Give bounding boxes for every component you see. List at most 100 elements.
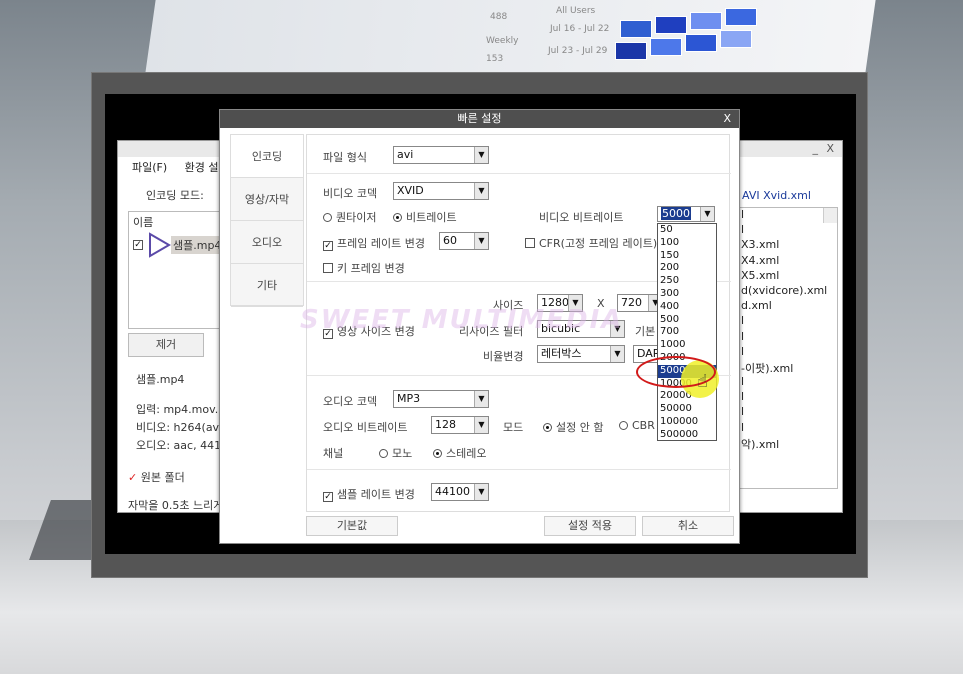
info-video: 비디오: h264(avc1 [136,421,233,434]
watermark: SWEET MULTIMEDIA [300,305,624,335]
tab-encoding[interactable]: 인코딩 [231,135,303,178]
audio-codec-select[interactable]: MP3 ▼ [393,390,489,408]
bitrate-option[interactable]: 100 [658,237,716,250]
stereo-radio[interactable]: 스테레오 [433,445,486,461]
audio-bitrate-label: 오디오 비트레이트 [323,421,408,434]
bitrate-option[interactable]: 700 [658,326,716,339]
keep-folder-option[interactable]: ✓ 원본 폴더 [128,469,185,485]
mono-radio[interactable]: 모노 [379,445,412,461]
profile-item[interactable]: l [739,223,837,238]
bg-number: 153 [486,54,504,64]
bitrate-dropdown-list[interactable]: 50 100 150 200 250 300 400 500 700 1000 … [657,223,717,441]
video-codec-value: XVID [397,184,424,197]
base-label: 기본 [635,325,656,338]
quantizer-label: 퀀타이저 [336,211,377,224]
info-title: 샘플.mp4 [136,373,185,386]
audio-bitrate-select[interactable]: 128 ▼ [431,416,489,434]
profile-item[interactable]: l [739,375,837,390]
bg-chart-text: Jul 16 - Jul 22 [550,24,610,34]
info-audio: 오디오: aac, 4410 [136,439,229,452]
info-input: 입력: mp4.mov.3g [136,403,233,416]
video-codec-select[interactable]: XVID ▼ [393,182,489,200]
chevron-down-icon: ▼ [474,147,488,163]
radio-icon [619,421,628,430]
keyframe-change-label: 키 프레임 변경 [337,262,405,275]
mode-none-radio[interactable]: 설정 안 함 [543,419,603,435]
keyframe-change-checkbox[interactable]: 키 프레임 변경 [323,260,405,276]
quantizer-radio[interactable]: 퀀타이저 [323,209,376,225]
cbr-radio[interactable]: CBR [619,419,655,432]
tab-etc[interactable]: 기타 [231,264,303,307]
tab-video-subtitle[interactable]: 영상/자막 [231,178,303,221]
bitrate-option[interactable]: 150 [658,250,716,263]
menu-file[interactable]: 파일(F) [132,161,167,174]
profile-item[interactable]: l [739,345,837,360]
bg-heatmap-cell [690,12,722,30]
chevron-down-icon: ▼ [474,484,488,500]
ratio-select[interactable]: 레터박스 ▼ [537,345,625,363]
bitrate-option[interactable]: 1000 [658,339,716,352]
file-list[interactable]: 이름 ✓ 샘플.mp4 [128,211,228,329]
chevron-down-icon: ▼ [474,391,488,407]
bg-heatmap-cell [685,34,717,52]
bitrate-option[interactable]: 250 [658,275,716,288]
apply-button[interactable]: 설정 적용 [544,516,636,536]
profile-item[interactable]: 악).xml [739,436,837,451]
mode-none-label: 설정 안 함 [556,421,604,434]
bitrate-option[interactable]: 200 [658,262,716,275]
tab-audio[interactable]: 오디오 [231,221,303,264]
framerate-change-checkbox[interactable]: ✓ 프레임 레이트 변경 [323,235,425,251]
ratio-label: 비율변경 [483,350,524,363]
checkbox-icon [525,238,535,248]
profile-item[interactable]: X5.xml [739,269,837,284]
samplerate-change-checkbox[interactable]: ✓ 샘플 레이트 변경 [323,486,415,502]
mode-label: 모드 [503,421,524,434]
profile-item[interactable]: l [739,330,837,345]
divider [307,469,731,470]
profile-list[interactable]: l l X3.xml X4.xml X5.xml d(xvidcore).xml… [738,207,838,489]
profile-item[interactable]: X3.xml [739,238,837,253]
framerate-select[interactable]: 60 ▼ [439,232,489,250]
chevron-down-icon: ▼ [474,183,488,199]
close-button[interactable]: X [826,142,834,155]
profile-item[interactable]: l [739,421,837,436]
profile-item[interactable]: l [739,314,837,329]
profile-item[interactable]: l [739,405,837,420]
audio-bitrate-value: 128 [435,418,456,431]
cancel-button[interactable]: 취소 [642,516,734,536]
file-format-select[interactable]: avi ▼ [393,146,489,164]
bitrate-label: 비트레이트 [406,211,457,224]
file-format-value: avi [397,148,414,161]
profile-item[interactable]: l [739,390,837,405]
bitrate-option[interactable]: 50 [658,224,716,237]
profile-item[interactable]: -이팟).xml [739,360,837,375]
video-bitrate-value: 5000 [661,207,691,220]
checkbox-icon [323,263,333,273]
bitrate-option[interactable]: 500 [658,314,716,327]
channel-label: 채널 [323,447,344,460]
profile-scrollbar[interactable] [823,208,837,224]
status-text: 자막을 0.5초 느리게 [128,499,224,512]
bitrate-option[interactable]: 500000 [658,429,716,442]
bitrate-option[interactable]: 400 [658,301,716,314]
bitrate-option[interactable]: 300 [658,288,716,301]
bitrate-radio[interactable]: 비트레이트 [393,209,457,225]
minimize-button[interactable]: _ [813,142,819,155]
profile-item[interactable]: d.xml [739,299,837,314]
profile-item[interactable]: X4.xml [739,254,837,269]
cfr-checkbox[interactable]: CFR(고정 프레임 레이트) [525,235,657,251]
remove-button[interactable]: 제거 [128,333,204,357]
file-format-label: 파일 형식 [323,151,367,164]
bitrate-option[interactable]: 50000 [658,403,716,416]
bitrate-option[interactable]: 100000 [658,416,716,429]
dialog-close-button[interactable]: X [723,110,731,128]
samplerate-select[interactable]: 44100 ▼ [431,483,489,501]
bg-chart-text: Jul 23 - Jul 29 [548,46,608,56]
video-bitrate-select[interactable]: 5000 ▼ [657,206,715,222]
radio-selected-icon [433,449,442,458]
samplerate-change-label: 샘플 레이트 변경 [337,488,415,501]
list-item[interactable]: ✓ 샘플.mp4 [133,232,224,258]
profile-item[interactable]: d(xvidcore).xml [739,284,837,299]
list-item-checkbox[interactable]: ✓ [133,240,143,250]
default-button[interactable]: 기본값 [306,516,398,536]
